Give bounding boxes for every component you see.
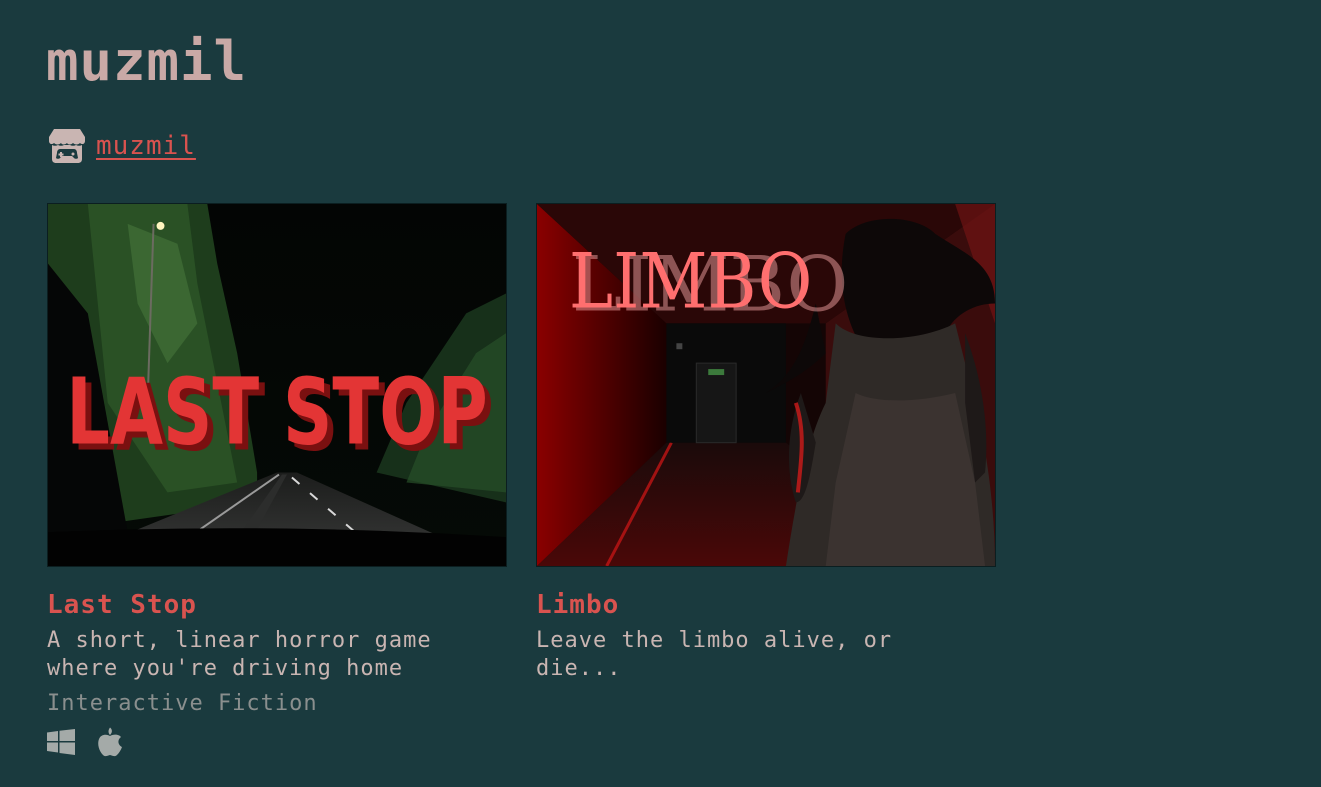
game-genre-last-stop: Interactive Fiction [47, 691, 318, 716]
profile-link[interactable]: muzmil [48, 126, 196, 166]
game-description-last-stop: A short, linear horror game where you're… [47, 628, 432, 681]
game-cell-limbo: LIMBO LIMBO Limbo Leave the limbo alive,… [536, 203, 996, 761]
apple-icon [97, 727, 123, 761]
svg-text:LIMBO: LIMBO [569, 237, 812, 325]
limbo-cover-art: LIMBO LIMBO [537, 204, 995, 566]
game-grid: LAST STOP LAST STOP Last Stop A short, l… [47, 203, 996, 761]
last-stop-cover-art: LAST STOP LAST STOP [48, 204, 506, 566]
page: muzmil muzmil LAST STOP LAST STOP Last S… [0, 0, 1321, 787]
game-title-limbo[interactable]: Limbo [536, 589, 619, 621]
page-title: muzmil [46, 30, 248, 93]
game-cell-last-stop: LAST STOP LAST STOP Last Stop A short, l… [47, 203, 507, 761]
game-thumbnail-last-stop[interactable]: LAST STOP LAST STOP [47, 203, 507, 567]
profile-link-label[interactable]: muzmil [96, 126, 196, 166]
svg-text:LAST STOP: LAST STOP [66, 360, 487, 467]
itch-store-icon [48, 128, 86, 164]
game-title-last-stop[interactable]: Last Stop [47, 589, 197, 621]
windows-icon [47, 729, 75, 759]
game-thumbnail-limbo[interactable]: LIMBO LIMBO [536, 203, 996, 567]
game-description-limbo: Leave the limbo alive, or die... [536, 628, 893, 681]
platform-list-last-stop [47, 727, 507, 761]
